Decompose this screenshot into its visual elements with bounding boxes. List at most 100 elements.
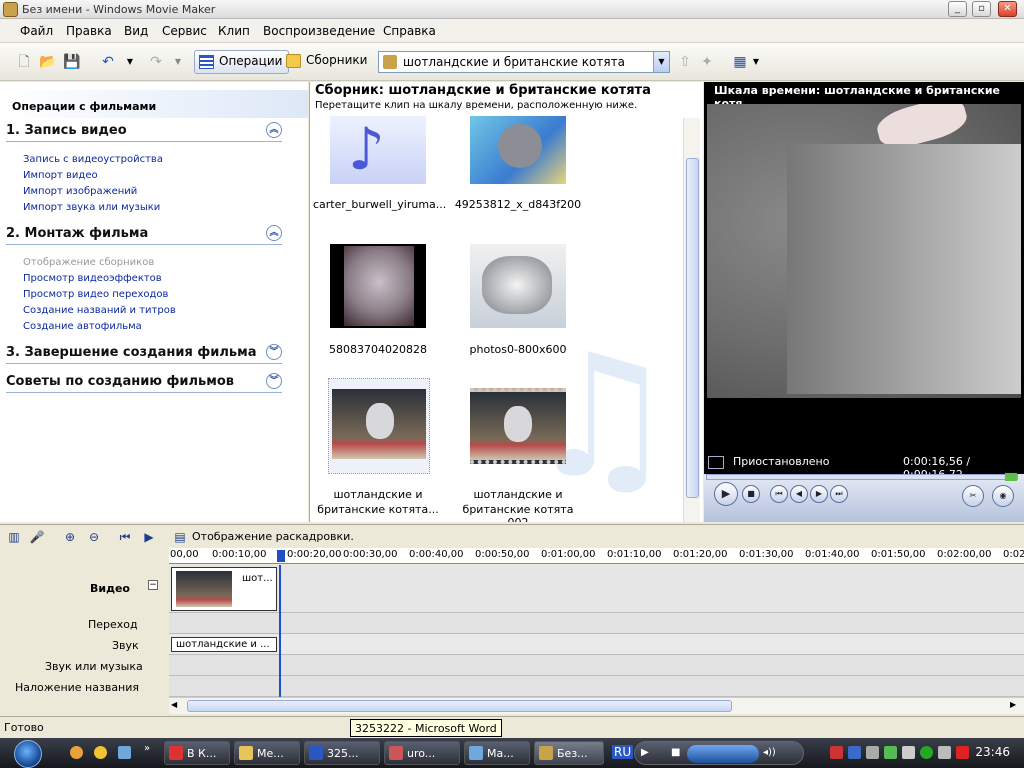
timeline-ruler[interactable]: 00,00 0:00:10,00 0:00:20,00 0:00:30,00 0…: [169, 548, 1024, 564]
link-video-transitions[interactable]: Просмотр видео переходов: [23, 289, 168, 300]
audio-clip[interactable]: шотландские и ...: [171, 637, 277, 652]
clip-thumb-video[interactable]: [470, 388, 566, 464]
menu-edit[interactable]: Правка: [66, 24, 112, 38]
chevron-down-icon[interactable]: ︾: [266, 373, 282, 389]
clip-thumb-image[interactable]: [330, 244, 426, 328]
tray-network-icon[interactable]: [866, 746, 879, 759]
chevron-right-icon[interactable]: »: [144, 743, 150, 754]
quicklaunch-icon[interactable]: [70, 746, 83, 759]
taskbar-item[interactable]: В К...: [164, 741, 230, 765]
section-edit[interactable]: 2. Монтаж фильма ︽: [6, 223, 282, 245]
taskbar-clock[interactable]: 23:46: [975, 745, 1010, 759]
seek-bar[interactable]: [706, 473, 1018, 481]
snapshot-camera-icon[interactable]: ◉: [992, 485, 1014, 507]
next-frame-button[interactable]: ▶: [810, 485, 828, 503]
save-project-icon[interactable]: 💾: [62, 52, 82, 72]
zoom-out-icon[interactable]: ⊖: [86, 529, 102, 545]
play-button[interactable]: ▶: [714, 482, 738, 506]
undo-icon[interactable]: ↶: [98, 52, 118, 72]
link-capture-device[interactable]: Запись с видеоустройства: [23, 154, 163, 165]
playhead-marker[interactable]: [277, 550, 285, 562]
quicklaunch-icon[interactable]: [118, 746, 131, 759]
video-track[interactable]: шот...: [169, 565, 1024, 613]
menu-clip[interactable]: Клип: [218, 24, 250, 38]
menu-playback[interactable]: Воспроизведение: [263, 24, 375, 38]
taskbar-item[interactable]: 325...: [304, 741, 380, 765]
new-collection-icon[interactable]: ✦: [697, 52, 717, 72]
open-project-icon[interactable]: 📂: [38, 52, 58, 72]
clip-thumb-video-selected[interactable]: [328, 378, 430, 474]
scrollbar-thumb[interactable]: [686, 158, 699, 498]
chevron-down-icon[interactable]: ︾: [266, 344, 282, 360]
link-import-images[interactable]: Импорт изображений: [23, 186, 137, 197]
mini-seek-bar[interactable]: [687, 745, 759, 763]
split-view-icon[interactable]: [708, 456, 724, 469]
tray-icon[interactable]: [938, 746, 951, 759]
mini-stop-icon[interactable]: ■: [671, 747, 680, 758]
chevron-down-icon[interactable]: ▼: [653, 52, 669, 72]
menu-help[interactable]: Справка: [383, 24, 436, 38]
link-titles[interactable]: Создание названий и титров: [23, 305, 176, 316]
clip-thumb-image[interactable]: [470, 244, 566, 328]
title-bar[interactable]: Без имени - Windows Movie Maker _ ▫ ✕: [0, 0, 1024, 19]
redo-dropdown-icon[interactable]: ▼: [168, 52, 188, 72]
tray-icon[interactable]: [902, 746, 915, 759]
tray-icon[interactable]: [884, 746, 897, 759]
taskbar-item-active[interactable]: Без...: [534, 741, 604, 765]
transition-track[interactable]: [169, 613, 1024, 634]
link-import-video[interactable]: Импорт видео: [23, 170, 98, 181]
link-import-audio[interactable]: Импорт звука или музыки: [23, 202, 160, 213]
maximize-button[interactable]: ▫: [972, 1, 991, 17]
scroll-right-icon[interactable]: ▶: [1010, 700, 1016, 709]
mini-play-icon[interactable]: ▶: [641, 747, 649, 758]
prev-frame-button[interactable]: ◀: [790, 485, 808, 503]
chevron-up-icon[interactable]: ︽: [266, 225, 282, 241]
new-project-icon[interactable]: 🗋: [14, 52, 34, 72]
scrollbar-thumb[interactable]: [187, 700, 732, 712]
title-overlay-track[interactable]: [169, 676, 1024, 697]
timeline-mode-label[interactable]: Отображение раскадровки.: [192, 530, 354, 543]
narrate-mic-icon[interactable]: 🎤: [29, 529, 45, 545]
tray-icon[interactable]: [920, 746, 933, 759]
collection-scrollbar[interactable]: [683, 118, 700, 522]
menu-service[interactable]: Сервис: [162, 24, 207, 38]
collections-button[interactable]: Сборники: [282, 50, 373, 74]
taskbar-item[interactable]: uro...: [384, 741, 460, 765]
view-dropdown-icon[interactable]: ▼: [746, 52, 766, 72]
up-level-icon[interactable]: ⇧: [675, 52, 695, 72]
music-track[interactable]: [169, 655, 1024, 676]
scroll-left-icon[interactable]: ◀: [171, 700, 177, 709]
rewind-icon[interactable]: ⏮: [117, 529, 133, 545]
redo-icon[interactable]: ↷: [146, 52, 166, 72]
timeline-scrollbar[interactable]: ◀ ▶: [169, 697, 1024, 714]
section-capture[interactable]: 1. Запись видео ︽: [6, 120, 282, 142]
taskbar-item[interactable]: Ме...: [234, 741, 300, 765]
menu-view[interactable]: Вид: [124, 24, 148, 38]
section-finish[interactable]: 3. Завершение создания фильма ︾: [6, 342, 282, 364]
quicklaunch-mail-icon[interactable]: [94, 746, 107, 759]
taskbar-item[interactable]: Ма...: [464, 741, 530, 765]
collapse-icon[interactable]: −: [148, 580, 158, 590]
seek-thumb[interactable]: [1005, 473, 1017, 481]
storyboard-view-icon[interactable]: ▤: [172, 529, 188, 545]
next-clip-button[interactable]: ⏭: [830, 485, 848, 503]
operations-button[interactable]: Операции: [194, 50, 290, 74]
undo-dropdown-icon[interactable]: ▼: [120, 52, 140, 72]
mini-volume-icon[interactable]: ◂)): [763, 747, 776, 758]
close-button[interactable]: ✕: [998, 1, 1017, 17]
video-clip[interactable]: шот...: [171, 567, 277, 611]
clip-thumb-audio[interactable]: ♪: [330, 116, 426, 184]
chevron-up-icon[interactable]: ︽: [266, 122, 282, 138]
collection-select[interactable]: шотландские и британские котята ▼: [378, 51, 670, 73]
tray-icon[interactable]: [830, 746, 843, 759]
audio-track[interactable]: шотландские и ...: [169, 634, 1024, 655]
stop-button[interactable]: ■: [742, 485, 760, 503]
start-button[interactable]: [14, 740, 42, 768]
clip-thumb-image[interactable]: [470, 116, 566, 184]
tray-icon[interactable]: [848, 746, 861, 759]
section-tips[interactable]: Советы по созданию фильмов ︾: [6, 371, 282, 393]
play-timeline-icon[interactable]: ▶: [141, 529, 157, 545]
language-indicator[interactable]: RU: [612, 745, 634, 759]
minimize-button[interactable]: _: [948, 1, 967, 17]
link-video-effects[interactable]: Просмотр видеоэффектов: [23, 273, 162, 284]
